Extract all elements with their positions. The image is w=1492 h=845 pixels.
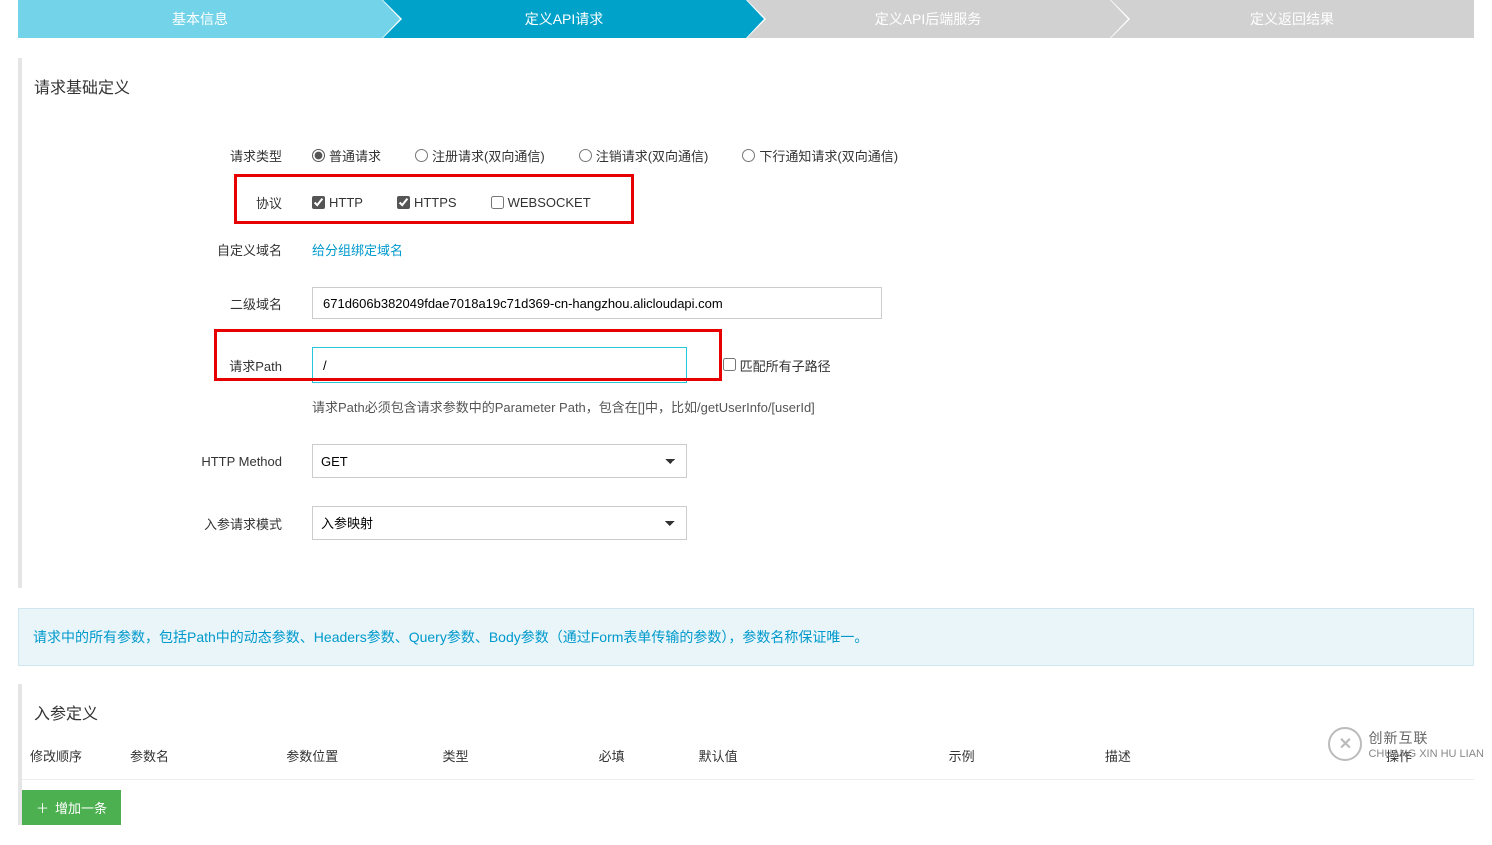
radio-label: 注销请求(双向通信) — [596, 146, 709, 165]
label-protocol: 协议 — [22, 193, 312, 212]
radio-label: 注册请求(双向通信) — [432, 146, 545, 165]
label-request-path: 请求Path — [22, 356, 312, 375]
input-request-path[interactable] — [312, 347, 687, 383]
radio-input[interactable] — [742, 149, 755, 162]
col-default: 默认值 — [699, 746, 949, 765]
checkbox-match-all[interactable]: 匹配所有子路径 — [723, 356, 831, 375]
checkbox-https[interactable]: HTTPS — [397, 195, 457, 210]
select-param-mode[interactable]: 入参映射 — [312, 506, 687, 540]
hint-path: 请求Path必须包含请求参数中的Parameter Path，包含在[]中，比如… — [312, 397, 815, 416]
link-bind-domain[interactable]: 给分组绑定域名 — [312, 240, 403, 259]
label-custom-domain: 自定义域名 — [22, 240, 312, 259]
checkbox-input[interactable] — [491, 196, 504, 209]
checkbox-label: WEBSOCKET — [508, 195, 591, 210]
col-example: 示例 — [949, 746, 1105, 765]
label-request-type: 请求类型 — [22, 146, 312, 165]
step-define-api-request[interactable]: 定义API请求 — [382, 0, 746, 38]
add-row-button[interactable]: ＋ 增加一条 — [22, 790, 121, 825]
radio-input[interactable] — [579, 149, 592, 162]
panel-request-basic: 请求基础定义 请求类型 普通请求 注册请求(双向通信) 注销请求(双向通信) 下… — [18, 58, 1474, 588]
checkbox-input[interactable] — [312, 196, 325, 209]
plus-icon: ＋ — [36, 798, 49, 817]
label-http-method: HTTP Method — [22, 454, 312, 469]
label-second-domain: 二级域名 — [22, 294, 312, 313]
wizard-steps: 基本信息 定义API请求 定义API后端服务 定义返回结果 — [18, 0, 1474, 38]
input-second-domain[interactable] — [312, 287, 882, 319]
step-define-backend[interactable]: 定义API后端服务 — [746, 0, 1110, 38]
logo-mark-icon: ✕ — [1328, 727, 1362, 761]
checkbox-input[interactable] — [397, 196, 410, 209]
step-basic-info[interactable]: 基本信息 — [18, 0, 382, 38]
radio-input[interactable] — [415, 149, 428, 162]
col-param-location: 参数位置 — [286, 746, 442, 765]
radio-input[interactable] — [312, 149, 325, 162]
radio-downstream-request[interactable]: 下行通知请求(双向通信) — [742, 146, 898, 165]
checkbox-websocket[interactable]: WEBSOCKET — [491, 195, 591, 210]
step-define-response[interactable]: 定义返回结果 — [1110, 0, 1474, 38]
checkbox-http[interactable]: HTTP — [312, 195, 363, 210]
col-param-name: 参数名 — [130, 746, 286, 765]
panel-title: 入参定义 — [22, 684, 1474, 732]
info-banner: 请求中的所有参数，包括Path中的动态参数、Headers参数、Query参数、… — [18, 608, 1474, 666]
radio-label: 普通请求 — [329, 146, 381, 165]
radio-normal-request[interactable]: 普通请求 — [312, 146, 381, 165]
param-table-header: 修改顺序 参数名 参数位置 类型 必填 默认值 示例 描述 操作 — [22, 732, 1474, 780]
radio-unregister-request[interactable]: 注销请求(双向通信) — [579, 146, 709, 165]
checkbox-label: HTTP — [329, 195, 363, 210]
checkbox-label: 匹配所有子路径 — [740, 359, 831, 374]
checkbox-label: HTTPS — [414, 195, 457, 210]
radio-label: 下行通知请求(双向通信) — [759, 146, 898, 165]
panel-param-definition: 入参定义 修改顺序 参数名 参数位置 类型 必填 默认值 示例 描述 操作 ＋ … — [18, 684, 1474, 825]
add-button-label: 增加一条 — [55, 798, 107, 817]
brand-name: 创新互联 — [1368, 728, 1484, 748]
radio-register-request[interactable]: 注册请求(双向通信) — [415, 146, 545, 165]
select-http-method[interactable]: GET — [312, 444, 687, 478]
footer-brand-logo: ✕ 创新互联 CHUANG XIN HU LIAN — [1328, 727, 1484, 761]
brand-sub: CHUANG XIN HU LIAN — [1368, 748, 1484, 760]
col-required: 必填 — [599, 746, 699, 765]
panel-title: 请求基础定义 — [22, 58, 1474, 106]
checkbox-input[interactable] — [723, 358, 736, 371]
label-param-mode: 入参请求模式 — [22, 514, 312, 533]
col-order: 修改顺序 — [30, 746, 130, 765]
col-type: 类型 — [442, 746, 598, 765]
